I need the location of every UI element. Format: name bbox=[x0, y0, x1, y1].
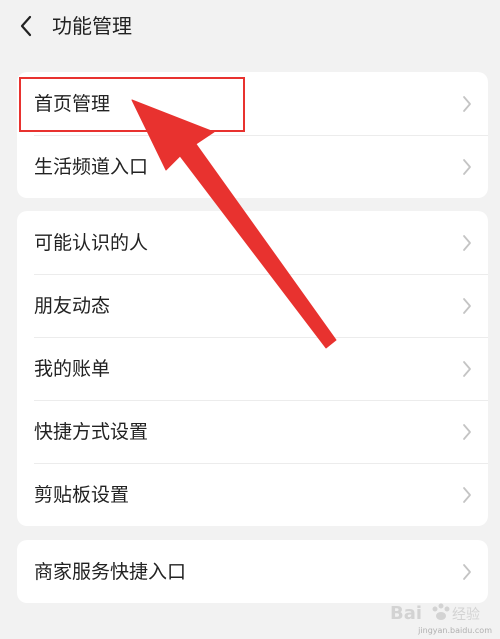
chevron-right-icon bbox=[461, 234, 473, 252]
menu-item-label: 首页管理 bbox=[34, 92, 111, 115]
menu-item-home-management[interactable]: 首页管理 bbox=[17, 72, 488, 135]
page-header: 功能管理 bbox=[0, 0, 500, 58]
svg-text:经验: 经验 bbox=[452, 607, 480, 623]
menu-item-label: 生活频道入口 bbox=[34, 155, 149, 178]
menu-item-label: 可能认识的人 bbox=[34, 231, 149, 254]
chevron-right-icon bbox=[461, 563, 473, 581]
menu-item-clipboard-settings[interactable]: 剪贴板设置 bbox=[17, 463, 488, 526]
settings-group-1: 首页管理 生活频道入口 bbox=[17, 72, 488, 198]
menu-item-people-you-may-know[interactable]: 可能认识的人 bbox=[17, 211, 488, 274]
menu-item-label: 快捷方式设置 bbox=[34, 420, 149, 443]
menu-item-label: 朋友动态 bbox=[34, 294, 111, 317]
menu-item-label: 我的账单 bbox=[34, 357, 111, 380]
chevron-right-icon bbox=[461, 486, 473, 504]
chevron-left-icon bbox=[20, 15, 32, 37]
back-button[interactable] bbox=[14, 14, 38, 38]
chevron-right-icon bbox=[461, 360, 473, 378]
chevron-right-icon bbox=[461, 158, 473, 176]
menu-item-shortcut-settings[interactable]: 快捷方式设置 bbox=[17, 400, 488, 463]
menu-item-label: 商家服务快捷入口 bbox=[34, 560, 187, 583]
chevron-right-icon bbox=[461, 423, 473, 441]
menu-item-my-bills[interactable]: 我的账单 bbox=[17, 337, 488, 400]
settings-group-2: 可能认识的人 朋友动态 我的账单 快捷方式设置 剪贴板设置 bbox=[17, 211, 488, 526]
watermark-url: jingyan.baidu.com bbox=[418, 626, 492, 635]
page-title: 功能管理 bbox=[52, 14, 132, 38]
menu-item-friend-updates[interactable]: 朋友动态 bbox=[17, 274, 488, 337]
menu-item-label: 剪贴板设置 bbox=[34, 483, 130, 506]
chevron-right-icon bbox=[461, 297, 473, 315]
svg-text:Bai: Bai bbox=[390, 603, 422, 624]
menu-item-life-channel-entry[interactable]: 生活频道入口 bbox=[17, 135, 488, 198]
chevron-right-icon bbox=[461, 95, 473, 113]
menu-item-merchant-service-shortcut[interactable]: 商家服务快捷入口 bbox=[17, 540, 488, 603]
settings-group-3: 商家服务快捷入口 bbox=[17, 540, 488, 603]
